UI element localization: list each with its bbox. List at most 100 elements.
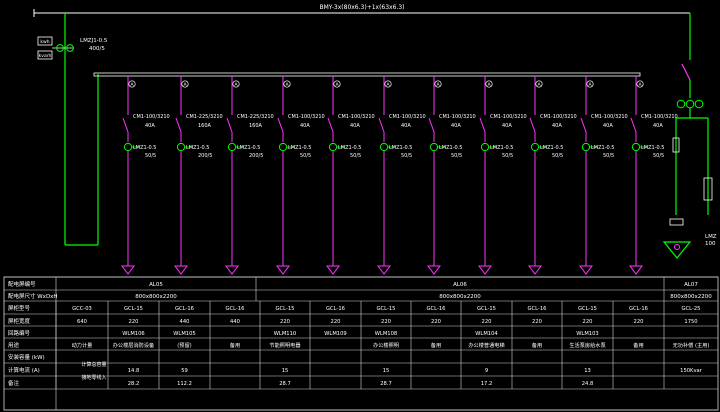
- table-row-header: 屏柜宽度: [8, 317, 31, 325]
- cell-current: 28.7: [279, 381, 291, 387]
- group-name: AL05: [149, 282, 163, 288]
- ct-model: LMZ1-0.5: [186, 145, 209, 151]
- feeder-8: A CM1-100/3210 40A LMZ1-0.5 50/5: [478, 76, 527, 275]
- breaker-icon: [378, 117, 385, 133]
- cell-capacity: 9: [485, 368, 488, 374]
- cell-cabinet-type: GCL-15: [276, 306, 295, 312]
- ct-ratio: 200/5: [249, 153, 263, 159]
- cell-cabinet-type: GCL-15: [578, 306, 597, 312]
- group-name: AL06: [453, 282, 467, 288]
- ct-icon: [379, 142, 389, 152]
- breaker-rating: 160A: [198, 123, 212, 129]
- cell-loop-number: WLM109: [324, 331, 346, 337]
- cell-loop-number: WLM108: [375, 331, 397, 337]
- outgoing-arrow-icon: [579, 265, 593, 275]
- cell-current: 28.2: [128, 381, 140, 387]
- cell-use: 办公楼普通电梯: [468, 341, 504, 349]
- ammeter-symbol: A: [130, 82, 134, 88]
- ct-model: LMZ1-0.5: [389, 145, 412, 151]
- cell-use: 节能照明电器: [269, 341, 301, 349]
- cell-current: 24.8: [582, 381, 594, 387]
- cell-current: 28.7: [380, 381, 392, 387]
- ammeter-symbol: A: [285, 82, 289, 88]
- note-current-label: 接地零线入: [81, 374, 106, 381]
- ct-icon: [176, 142, 186, 152]
- cell-cabinet-type: GCL-25: [682, 306, 701, 312]
- ct-model: LMZ1-0.5: [288, 145, 311, 151]
- data-table-grid: [4, 276, 718, 411]
- breaker-model: CM1-225/3210: [237, 114, 274, 120]
- ct-icon: [480, 142, 490, 152]
- ct-model: LMZ1-0.5: [641, 145, 664, 151]
- cell-cabinet-type: GCL-15: [477, 306, 496, 312]
- table-row-header: 屏柜型号: [8, 304, 31, 312]
- ammeter-symbol: A: [183, 82, 187, 88]
- cell-capacity: 150Kvar: [680, 368, 703, 374]
- incoming-ct-ratio: 400/5: [89, 46, 105, 52]
- cell-loop-number: WLM103: [576, 331, 598, 337]
- cell-capacity: 15: [383, 368, 390, 374]
- feeder-4: A CM1-100/3210 40A LMZ1-0.5 50/5: [276, 76, 325, 275]
- group-name: AL07: [684, 282, 698, 288]
- table-row-header: 配电屏尺寸 WxDxH: [8, 292, 58, 300]
- feeder-1: A CM1-100/3210 40A LMZ1-0.5 50/5: [121, 76, 170, 275]
- breaker-icon: [479, 117, 486, 133]
- breaker-model: CM1-225/3210: [186, 114, 223, 120]
- cell-use: 备用: [431, 341, 441, 349]
- cell-cabinet-type: GCL-16: [528, 306, 547, 312]
- outgoing-arrow-icon: [174, 265, 188, 275]
- cell-loop-number: WLM104: [475, 331, 498, 337]
- feeder-3: A CM1-225/3210 160A LMZ1-0.5 200/5: [225, 76, 274, 275]
- ct-ratio: 50/5: [603, 153, 614, 159]
- cell-cabinet-type: GCL-15: [124, 306, 143, 312]
- cell-cabinet-type: GCL-16: [226, 306, 245, 312]
- breaker-rating: 40A: [401, 123, 411, 129]
- ct-icon: [581, 142, 591, 152]
- breaker-icon: [630, 117, 637, 133]
- breaker-model: CM1-100/3210: [439, 114, 476, 120]
- cell-cabinet-width: 220: [482, 319, 492, 325]
- cell-use: 办公楼层消防设备: [113, 341, 155, 349]
- group-size: 800x800x2200: [670, 294, 712, 300]
- outgoing-arrow-icon: [121, 265, 135, 275]
- cell-cabinet-width: 440: [180, 319, 190, 325]
- capacitor-node-icon: [674, 244, 680, 250]
- cell-capacity: 14.8: [128, 368, 140, 374]
- incoming-ct-label: LMZJ1-0.5: [80, 38, 108, 44]
- breaker-model: CM1-100/3210: [591, 114, 628, 120]
- cell-cabinet-width: 220: [634, 319, 644, 325]
- note-capacity-label: 计算总容量: [81, 361, 106, 368]
- cell-cabinet-type: GCL-16: [427, 306, 446, 312]
- cell-use: 备用: [633, 341, 643, 349]
- ct-model: LMZ1-0.5: [439, 145, 462, 151]
- outgoing-arrow-icon: [276, 265, 290, 275]
- bus-label: BMY-3x(80x6.3)+1x(63x6.3): [320, 4, 405, 11]
- cell-cabinet-type: GCL-15: [377, 306, 396, 312]
- cell-cabinet-width: 640: [77, 319, 87, 325]
- breaker-model: CM1-100/3210: [490, 114, 527, 120]
- data-table-text: 配电屏编号配电屏尺寸 WxDxH 屏柜型号屏柜宽度回路编号用途安装容量 (kW) 计…: [8, 280, 712, 387]
- capacitor-ct-icon: [676, 99, 686, 109]
- ammeter-symbol: A: [638, 82, 642, 88]
- breaker-model: CM1-100/3210: [133, 114, 170, 120]
- ammeter-symbol: A: [436, 82, 440, 88]
- cell-cabinet-type: GCL-16: [175, 306, 194, 312]
- ct-ratio: 50/5: [653, 153, 664, 159]
- ct-icon: [227, 142, 237, 152]
- ammeter-symbol: A: [335, 82, 339, 88]
- ct-ratio: 200/5: [198, 153, 212, 159]
- cell-capacity: 59: [181, 368, 188, 374]
- cell-cabinet-type: GCC-03: [72, 306, 92, 312]
- contactor-icon: [669, 218, 684, 226]
- capacitor-ct-label: LMZ: [705, 234, 717, 240]
- cell-cabinet-width: 220: [431, 319, 441, 325]
- capacitor-switch: [681, 63, 691, 81]
- breaker-icon: [277, 117, 284, 133]
- ct-model: LMZ1-0.5: [490, 145, 513, 151]
- schematic-drawing: BMY-3x(80x6.3)+1x(63x6.3) kwh kvarh LMZJ…: [3, 4, 719, 411]
- feeder-11: A CM1-100/3210 40A LMZ1-0.5 50/5: [629, 76, 678, 275]
- ct-ratio: 50/5: [401, 153, 412, 159]
- cell-use: 备用: [532, 341, 542, 349]
- ct-ratio: 50/5: [502, 153, 513, 159]
- breaker-icon: [428, 117, 435, 133]
